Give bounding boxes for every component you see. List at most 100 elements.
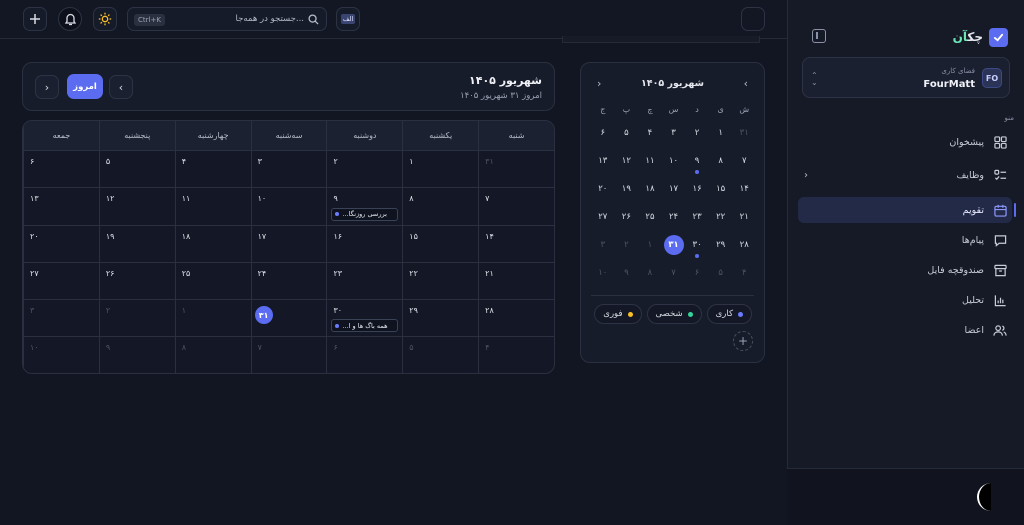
mini-day[interactable]: ۳۰ [685,231,709,259]
mini-day[interactable]: ۱۰ [591,259,615,287]
calendar-day[interactable]: ۱۹ [98,225,175,263]
mini-day[interactable]: ۱۲ [615,147,639,175]
calendar-day[interactable]: ۲۰ [23,225,99,263]
mini-day[interactable]: ۱۳ [591,147,615,175]
mini-day[interactable]: ۲۹ [709,231,733,259]
calendar-day[interactable]: ۲۶ [98,262,175,301]
calendar-day[interactable]: ۲۱ [478,262,554,301]
calendar-day[interactable]: ۲۸ [478,300,554,338]
category-chip[interactable]: شخصی [646,304,702,324]
mini-day[interactable]: ۸ [709,147,733,175]
mini-day[interactable]: ۲۷ [591,203,615,231]
mini-prev-month-button[interactable]: ‹ [744,77,748,90]
mini-day[interactable]: ۱ [638,231,662,259]
mini-day[interactable]: ۲ [615,231,639,259]
calendar-day[interactable]: ۳ [250,151,327,189]
calendar-day[interactable]: ۱ [402,151,479,189]
calendar-day[interactable]: ۱۶ [326,225,403,263]
sidebar-item-messages[interactable]: پیام‌ها [798,227,1012,253]
calendar-day[interactable]: ۱۵ [402,225,479,263]
mini-day[interactable]: ۱۶ [685,175,709,203]
mini-day[interactable]: ۲۳ [685,203,709,231]
calendar-day[interactable]: ۱۴ [478,225,554,263]
add-category-button[interactable]: + [733,331,753,351]
calendar-day[interactable]: ۸ [174,337,251,373]
mini-day[interactable]: ۷ [662,259,686,287]
calendar-day[interactable]: ۹ [98,337,175,373]
calendar-day[interactable]: ۳ [23,300,99,338]
add-button[interactable] [23,7,47,31]
calendar-day[interactable]: ۲ [326,151,403,189]
mini-day[interactable]: ۶ [591,119,615,147]
brand[interactable]: چکآن [953,27,1008,47]
mini-day[interactable]: ۹ [615,259,639,287]
mini-day[interactable]: ۷ [732,147,756,175]
mini-day-today[interactable]: ۳۱ [662,231,686,259]
calendar-day-today[interactable]: ۳۱ [250,300,327,338]
mini-day[interactable]: ۱۰ [662,147,686,175]
category-chip[interactable]: فوری [594,304,642,324]
mini-day[interactable]: ۲۵ [638,203,662,231]
mini-day[interactable]: ۲۸ [732,231,756,259]
sidebar-item-calendar[interactable]: تقویم [798,197,1016,223]
next-month-button[interactable]: › [35,75,59,99]
calendar-day[interactable]: ۲ [98,300,175,338]
mini-day[interactable]: ۱۷ [662,175,686,203]
calendar-day[interactable]: ۶ [23,151,99,189]
sidebar-item-analytics[interactable]: تحلیل [798,287,1012,313]
mini-day[interactable]: ۱۵ [709,175,733,203]
mini-day[interactable]: ۳ [662,119,686,147]
calendar-event[interactable]: همه باگ ها و ا... [331,319,399,333]
sidebar-item-files[interactable]: صندوقچه فایل [798,257,1012,283]
mini-day[interactable]: ۲۶ [615,203,639,231]
calendar-day[interactable]: ۸ [402,188,479,226]
mini-day[interactable]: ۱۹ [615,175,639,203]
calendar-day[interactable]: ۲۴ [250,262,327,301]
calendar-day[interactable]: ۵ [98,151,175,189]
calendar-day[interactable]: ۲۵ [174,262,251,301]
calendar-day[interactable]: ۲۳ [326,262,403,301]
mini-day[interactable]: ۴ [732,259,756,287]
theme-toggle-button[interactable] [93,7,117,31]
notifications-button[interactable] [58,7,82,31]
language-button[interactable]: الف [336,7,360,31]
calendar-day[interactable]: ۱۳ [23,188,99,226]
calendar-day[interactable]: ۱۰ [23,337,99,373]
calendar-day[interactable]: ۷ [478,188,554,226]
calendar-day[interactable]: ۱۰ [250,188,327,226]
search-input[interactable]: Ctrl+K جستجو در همه‌جا... [127,7,327,31]
calendar-day[interactable]: ۲۹ [402,300,479,338]
calendar-day[interactable]: ۱ [174,300,251,338]
prev-month-button[interactable]: ‹ [109,75,133,99]
calendar-day[interactable]: ۹ بررسی روزنگا... [326,188,403,226]
workspace-switcher[interactable]: FO فضای کاری FourMatt ⌃ ⌄ [802,57,1010,98]
calendar-day[interactable]: ۱۱ [174,188,251,226]
calendar-day[interactable]: ۳۱ [478,151,554,189]
mini-day[interactable]: ۱۴ [732,175,756,203]
calendar-day[interactable]: ۴ [174,151,251,189]
mini-day[interactable]: ۲۰ [591,175,615,203]
mini-day[interactable]: ۱۸ [638,175,662,203]
mini-day[interactable]: ۲ [685,119,709,147]
calendar-day[interactable]: ۱۲ [98,188,175,226]
mini-day[interactable]: ۲۲ [709,203,733,231]
topbar-right-button[interactable] [741,7,765,31]
sidebar-item-tasks[interactable]: وظایف › [798,162,1012,188]
mini-day[interactable]: ۸ [638,259,662,287]
mini-day[interactable]: ۵ [709,259,733,287]
calendar-day[interactable]: ۶ [326,337,402,373]
mini-day[interactable]: ۲۴ [662,203,686,231]
sidebar-collapse-icon[interactable] [812,29,826,43]
today-button[interactable]: امروز [67,74,103,99]
calendar-day[interactable]: ۲۷ [23,262,99,301]
mini-day[interactable]: ۱ [709,119,733,147]
mini-day[interactable]: ۴ [638,119,662,147]
category-chip[interactable]: کاری [706,304,752,324]
mini-day[interactable]: ۱۱ [638,147,662,175]
sidebar-item-dashboard[interactable]: پیشخوان [798,129,1012,155]
calendar-day[interactable]: ۲۲ [402,262,479,301]
mini-day[interactable]: ۳۱ [732,119,756,147]
mini-day[interactable]: ۲۱ [732,203,756,231]
calendar-event[interactable]: بررسی روزنگا... [331,207,399,221]
mini-day[interactable]: ۶ [685,259,709,287]
